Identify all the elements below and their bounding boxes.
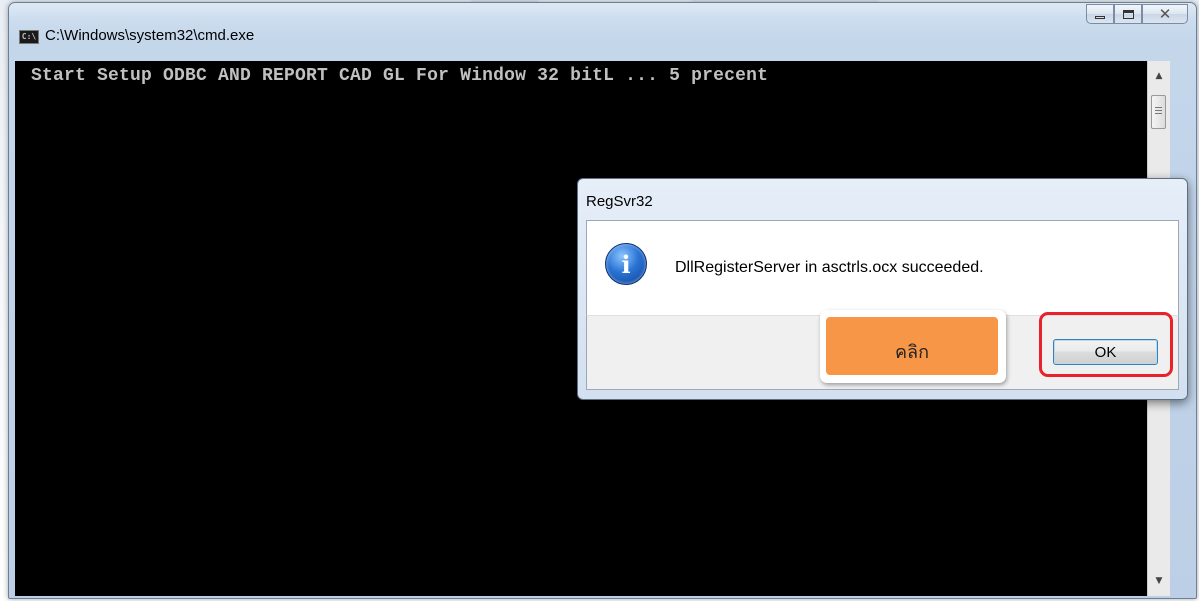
ok-highlight-box <box>1039 312 1173 377</box>
minimize-icon <box>1095 15 1105 19</box>
window-title: C:\Windows\system32\cmd.exe <box>45 27 255 44</box>
cmd-icon: C:\ <box>19 30 39 44</box>
scroll-up-icon[interactable]: ▲ <box>1148 67 1170 85</box>
dialog-title: RegSvr32 <box>586 193 653 210</box>
maximize-button[interactable] <box>1114 4 1142 24</box>
close-button[interactable]: ✕ <box>1142 4 1188 24</box>
caption-buttons: ✕ <box>1086 4 1188 24</box>
grip-icon <box>1155 107 1162 108</box>
maximize-icon <box>1122 9 1134 19</box>
click-callout-label: คลิก <box>826 317 998 375</box>
scroll-down-icon[interactable]: ▼ <box>1148 572 1170 590</box>
click-callout: คลิก <box>820 310 1006 383</box>
minimize-button[interactable] <box>1086 4 1114 24</box>
dialog-message: DllRegisterServer in asctrls.ocx succeed… <box>675 259 984 276</box>
close-icon: ✕ <box>1158 4 1172 23</box>
info-icon-glyph: i <box>621 250 631 279</box>
dialog-body: i DllRegisterServer in asctrls.ocx succe… <box>586 220 1179 316</box>
scroll-thumb[interactable] <box>1151 95 1166 129</box>
title-bar[interactable]: C:\ C:\Windows\system32\cmd.exe ✕ <box>9 3 1196 44</box>
info-icon: i <box>605 243 647 285</box>
console-line: Start Setup ODBC AND REPORT CAD GL For W… <box>31 66 769 86</box>
